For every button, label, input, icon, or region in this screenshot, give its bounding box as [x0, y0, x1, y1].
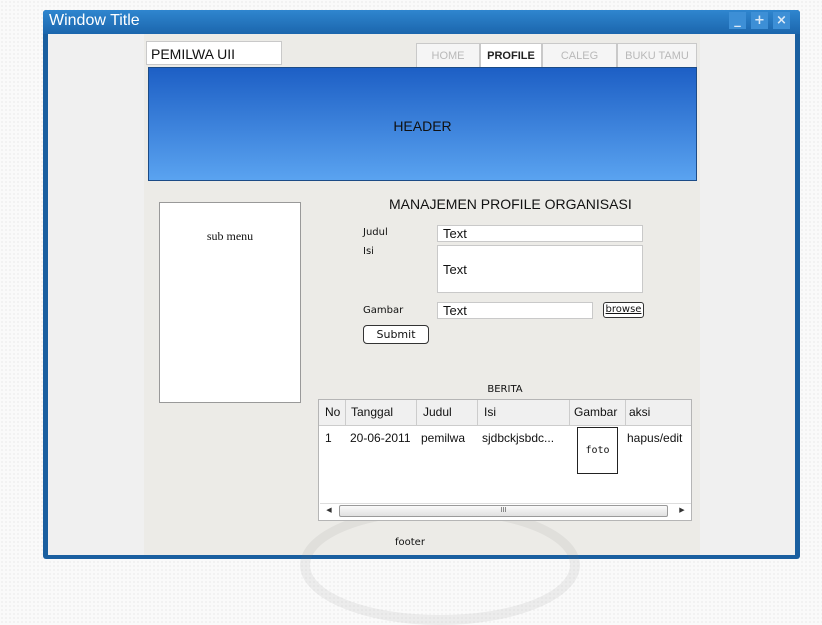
scroll-left-icon[interactable]: ◀ — [322, 503, 336, 518]
footer-label: footer — [395, 537, 425, 548]
cell-isi: sjdbckjsbdc... — [482, 431, 555, 445]
col-header-tanggal[interactable]: Tanggal — [351, 405, 393, 419]
title-bar[interactable] — [43, 10, 800, 34]
cell-tanggal: 20-06-2011 — [350, 431, 411, 445]
isi-textarea[interactable]: Text — [437, 245, 643, 293]
tab-caleg[interactable]: CALEG — [542, 43, 617, 67]
judul-input[interactable]: Text — [437, 225, 643, 242]
gambar-input[interactable]: Text — [437, 302, 593, 319]
column-divider — [569, 400, 570, 425]
col-header-gambar[interactable]: Gambar — [574, 405, 617, 419]
judul-label: Judul — [363, 227, 388, 238]
col-header-no[interactable]: No — [325, 405, 340, 419]
col-header-isi[interactable]: Isi — [484, 405, 496, 419]
column-divider — [416, 400, 417, 425]
form-title: MANAJEMEN PROFILE ORGANISASI — [389, 196, 632, 212]
tab-profile[interactable]: PROFILE — [480, 43, 542, 67]
browse-button[interactable]: browse — [603, 302, 644, 318]
header-label: HEADER — [393, 118, 452, 134]
isi-label: Isi — [363, 246, 374, 257]
berita-title: BERITA — [487, 384, 523, 395]
column-divider — [625, 400, 626, 425]
col-header-aksi[interactable]: aksi — [629, 405, 650, 419]
column-divider — [345, 400, 346, 425]
cell-gambar-thumbnail: foto — [577, 427, 618, 474]
cell-judul: pemilwa — [421, 431, 466, 445]
tab-home[interactable]: HOME — [416, 43, 480, 67]
cell-aksi-link[interactable]: hapus/edit — [627, 431, 682, 445]
watermark-logo — [300, 505, 580, 625]
scroll-thumb[interactable]: III — [339, 505, 668, 517]
submit-button[interactable]: Submit — [363, 325, 429, 344]
close-icon[interactable]: × — [773, 12, 790, 29]
site-name: PEMILWA UII — [146, 41, 282, 65]
cell-no: 1 — [325, 431, 332, 445]
col-header-judul[interactable]: Judul — [423, 405, 452, 419]
submenu-label[interactable]: sub menu — [159, 229, 301, 244]
maximize-icon[interactable]: + — [751, 12, 768, 29]
gambar-label: Gambar — [363, 305, 404, 316]
nav-tabs: HOME PROFILE CALEG BUKU TAMU — [416, 43, 697, 67]
minimize-icon[interactable]: _ — [729, 12, 746, 29]
window-title: Window Title — [49, 12, 140, 29]
column-divider — [477, 400, 478, 425]
scroll-right-icon[interactable]: ▶ — [675, 503, 689, 518]
tab-buku-tamu[interactable]: BUKU TAMU — [617, 43, 697, 67]
